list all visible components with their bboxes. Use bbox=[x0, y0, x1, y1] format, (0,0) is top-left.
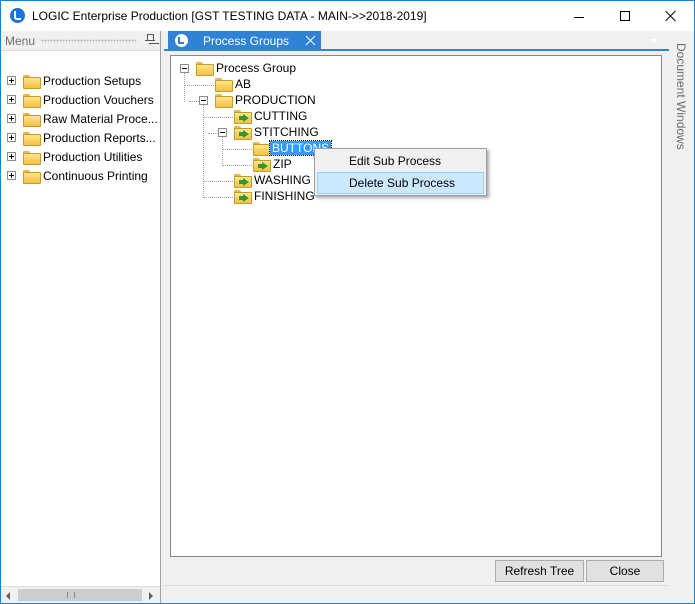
maximize-button[interactable] bbox=[602, 1, 648, 31]
menu-list: Production Setups Production Vouchers Ra… bbox=[1, 71, 160, 185]
folder-open-icon bbox=[253, 142, 271, 156]
tree-node-label: FINISHING bbox=[254, 189, 315, 203]
menu-item-production-vouchers[interactable]: Production Vouchers bbox=[1, 90, 160, 109]
expand-plus-icon[interactable] bbox=[7, 76, 16, 85]
tree-node-label: Process Group bbox=[216, 61, 297, 75]
menu-item-continuous-printing[interactable]: Continuous Printing bbox=[1, 166, 160, 185]
menu-grip[interactable] bbox=[41, 39, 137, 43]
folder-icon bbox=[215, 78, 233, 92]
tree-line bbox=[222, 149, 252, 150]
menu-item-label: Raw Material Proce... bbox=[43, 112, 158, 126]
menu-item-raw-material[interactable]: Raw Material Proce... bbox=[1, 109, 160, 128]
minimize-icon bbox=[574, 16, 584, 18]
collapse-minus-icon[interactable] bbox=[180, 64, 189, 73]
tree-node-label: AB bbox=[235, 77, 252, 91]
pin-icon[interactable] bbox=[145, 34, 155, 46]
close-window-button[interactable] bbox=[648, 1, 694, 31]
side-panel-label[interactable]: Document Windows bbox=[674, 43, 688, 150]
tree-node-label: PRODUCTION bbox=[235, 93, 316, 107]
tree-node-label: STITCHING bbox=[254, 125, 319, 139]
tab-strip: Process Groups bbox=[164, 31, 669, 51]
menu-item-label: Production Setups bbox=[43, 74, 142, 88]
expand-plus-icon[interactable] bbox=[7, 95, 16, 104]
app-window: LOGIC Enterprise Production [GST TESTING… bbox=[0, 0, 695, 604]
menu-item-edit-sub-process[interactable]: Edit Sub Process bbox=[317, 150, 484, 172]
document-area: Process Groups Process Group AB PRODUCTI… bbox=[164, 31, 669, 603]
tree-line bbox=[222, 165, 252, 166]
menu-header: Menu bbox=[1, 31, 160, 51]
minimize-button[interactable] bbox=[556, 1, 602, 31]
window-title: LOGIC Enterprise Production [GST TESTING… bbox=[32, 9, 427, 23]
expand-plus-icon[interactable] bbox=[7, 171, 16, 180]
menu-item-label: Edit Sub Process bbox=[349, 154, 442, 168]
horizontal-scrollbar[interactable] bbox=[1, 586, 160, 603]
tree-line bbox=[203, 197, 233, 198]
menu-item-production-reports[interactable]: Production Reports... bbox=[1, 128, 160, 147]
folder-icon bbox=[23, 113, 41, 127]
document-windows-panel[interactable]: Document Windows bbox=[669, 31, 694, 603]
tree-line bbox=[203, 117, 233, 118]
close-icon bbox=[665, 10, 677, 22]
menu-item-production-utilities[interactable]: Production Utilities bbox=[1, 147, 160, 166]
close-button[interactable]: Close bbox=[586, 560, 664, 582]
collapse-minus-icon[interactable] bbox=[199, 96, 208, 105]
folder-icon bbox=[23, 75, 41, 89]
menu-item-production-setups[interactable]: Production Setups bbox=[1, 71, 160, 90]
expand-plus-icon[interactable] bbox=[7, 152, 16, 161]
menu-item-label: Production Reports... bbox=[43, 131, 156, 145]
menu-panel: Menu Production Setups Production Vouche… bbox=[1, 31, 161, 603]
tab-logo-icon bbox=[175, 34, 188, 47]
title-bar: LOGIC Enterprise Production [GST TESTING… bbox=[1, 1, 694, 31]
menu-item-delete-sub-process[interactable]: Delete Sub Process bbox=[317, 172, 484, 194]
maximize-icon bbox=[620, 11, 630, 21]
expand-plus-icon[interactable] bbox=[7, 133, 16, 142]
tree-node-label: ZIP bbox=[273, 157, 292, 171]
tree-line bbox=[203, 181, 233, 182]
folder-icon bbox=[23, 151, 41, 165]
folder-open-icon bbox=[196, 62, 214, 76]
tree-line bbox=[184, 85, 214, 86]
green-arrow-icon bbox=[258, 162, 268, 170]
green-arrow-icon bbox=[239, 178, 249, 186]
collapse-minus-icon[interactable] bbox=[218, 128, 227, 137]
scroll-thumb[interactable] bbox=[18, 589, 142, 601]
tab-close-icon[interactable] bbox=[305, 35, 316, 46]
divider bbox=[164, 585, 669, 586]
scroll-right-icon[interactable] bbox=[149, 592, 153, 600]
app-logo-icon bbox=[10, 8, 25, 23]
tab-label: Process Groups bbox=[203, 34, 290, 48]
green-arrow-icon bbox=[239, 130, 249, 138]
menu-header-label: Menu bbox=[5, 34, 36, 48]
green-arrow-icon bbox=[239, 194, 249, 202]
tab-dropdown-icon[interactable] bbox=[650, 39, 658, 43]
green-arrow-icon bbox=[239, 114, 249, 122]
folder-open-icon bbox=[215, 94, 233, 108]
tree-node-label: CUTTING bbox=[254, 109, 308, 123]
folder-icon bbox=[23, 94, 41, 108]
tree-line bbox=[222, 134, 223, 166]
folder-icon bbox=[23, 170, 41, 184]
menu-item-label: Delete Sub Process bbox=[349, 176, 456, 190]
expand-plus-icon[interactable] bbox=[7, 114, 16, 123]
process-group-tree[interactable]: Process Group AB PRODUCTION CUTTING STIT… bbox=[170, 55, 662, 557]
tab-process-groups[interactable]: Process Groups bbox=[168, 31, 321, 51]
menu-item-label: Production Utilities bbox=[43, 150, 143, 164]
menu-item-label: Continuous Printing bbox=[43, 169, 148, 183]
tree-node-label: WASHING bbox=[254, 173, 311, 187]
folder-icon bbox=[23, 132, 41, 146]
menu-item-label: Production Vouchers bbox=[43, 93, 154, 107]
context-menu: Edit Sub Process Delete Sub Process bbox=[314, 148, 487, 196]
scroll-left-icon[interactable] bbox=[6, 592, 10, 600]
tree-line bbox=[184, 70, 185, 102]
refresh-tree-button[interactable]: Refresh Tree bbox=[495, 560, 584, 582]
